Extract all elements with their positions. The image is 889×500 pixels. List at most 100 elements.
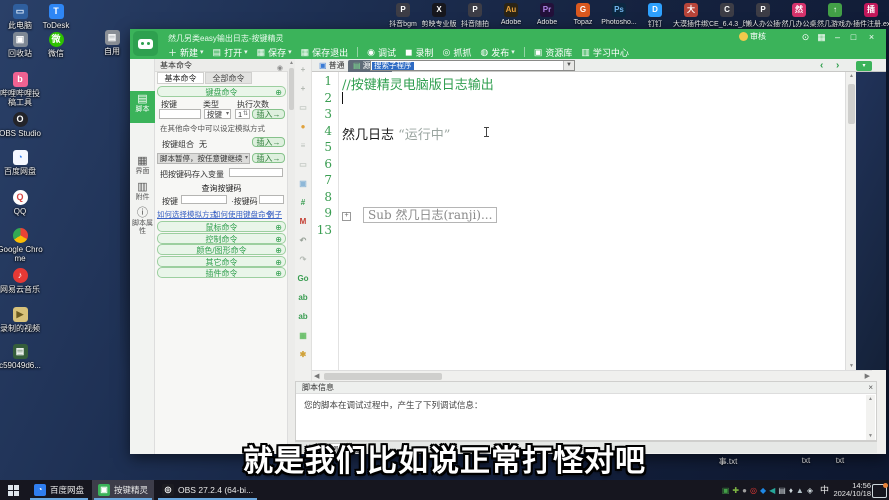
desktop-icon-微信[interactable]: 微微信: [33, 32, 79, 58]
editor-tool-icon[interactable]: ▦: [295, 331, 311, 340]
expand-icon[interactable]: ⊕: [275, 222, 282, 233]
editor-tool-icon[interactable]: +: [295, 84, 311, 93]
settings-icon[interactable]: ⊙: [799, 31, 812, 43]
editor-tool-icon[interactable]: M: [295, 217, 311, 226]
ime-indicator[interactable]: 中: [820, 480, 829, 500]
panel-scrollbar[interactable]: ▲ ▼: [288, 59, 295, 454]
help-link[interactable]: 如何选择模拟方式: [157, 209, 217, 220]
info-panel-header[interactable]: 脚本信息×: [296, 382, 876, 394]
nav-forward-icon[interactable]: ›: [836, 60, 839, 71]
tray-record-icon[interactable]: ●: [742, 486, 747, 495]
insert-button-1[interactable]: 插入→: [252, 109, 285, 119]
desktop-icon-抖音bgm[interactable]: P抖音bgm: [385, 3, 421, 29]
tab-normal[interactable]: ▣普通: [314, 60, 350, 72]
editor-vertical-scrollbar[interactable]: ▲ ▼: [845, 72, 856, 370]
taskbar-app-百度网盘[interactable]: ◔百度网盘: [28, 480, 90, 500]
desktop-icon-剪映专业版[interactable]: X剪映专业版: [421, 3, 457, 29]
desktop-file-事.txt[interactable]: 事.txt: [700, 456, 756, 467]
sidebar-tab-附件[interactable]: ▥附件: [130, 179, 155, 205]
close-button[interactable]: ×: [865, 31, 878, 43]
desktop-icon-然几办公桌[interactable]: 然然几办公桌: [781, 3, 817, 29]
view-options-icon[interactable]: ▾: [856, 61, 872, 71]
sidebar-tab-脚本[interactable]: ▤脚本: [130, 91, 155, 123]
help-link[interactable]: 例子: [267, 209, 282, 220]
scroll-right-icon[interactable]: ▶: [865, 372, 870, 380]
toolbar-抓抓[interactable]: ◎抓抓: [443, 46, 472, 59]
desktop-icon-Google Chrome[interactable]: Google Chrome: [0, 228, 43, 263]
toolbar-学习中心[interactable]: ▥学习中心: [581, 46, 629, 59]
editor-tool-icon[interactable]: ▭: [295, 103, 311, 112]
desktop-icon-Photosho...[interactable]: PsPhotosho...: [601, 3, 637, 29]
user-chip[interactable]: 审核: [739, 31, 766, 43]
scroll-left-icon[interactable]: ◀: [314, 372, 319, 380]
nav-back-icon[interactable]: ‹: [820, 60, 823, 71]
editor-tool-icon[interactable]: ↶: [295, 236, 311, 245]
store-input[interactable]: [229, 168, 283, 177]
tray-green-icon[interactable]: ✚: [732, 486, 739, 495]
info-scrollbar[interactable]: ▲ ▼: [866, 395, 875, 440]
combo-value[interactable]: 无: [199, 139, 207, 150]
code-editor[interactable]: 1//按键精灵电脑版日志输出234然几日志 “运行中”56789+Sub 然几日…: [312, 72, 845, 370]
desktop-icon-百度网盘[interactable]: ◔百度网盘: [0, 150, 43, 176]
key-input[interactable]: [159, 109, 201, 119]
pin-icon[interactable]: ◉: [277, 62, 283, 75]
tray-mic-icon[interactable]: ♦: [789, 486, 793, 495]
toolbar-发布[interactable]: ◍发布▾: [480, 46, 514, 59]
expand-icon[interactable]: ⊕: [275, 87, 282, 98]
editor-tool-icon[interactable]: ✱: [295, 350, 311, 359]
toolbar-保存[interactable]: ▦保存▾: [257, 46, 292, 59]
desktop-file-txt[interactable]: txt: [812, 456, 868, 465]
desktop-icon-Topaz[interactable]: GTopaz: [565, 3, 601, 29]
query-key-input[interactable]: [181, 195, 227, 204]
tray-volume-icon[interactable]: ◈: [807, 486, 813, 495]
notification-center-icon[interactable]: [872, 484, 887, 498]
tray-arrow-icon[interactable]: ◀: [769, 486, 775, 495]
pause-select[interactable]: 脚本暂停，按任意键继续▾: [157, 153, 250, 164]
toolbar-调试[interactable]: ◉调试: [367, 46, 396, 59]
section-其它命令[interactable]: 其它命令⊕: [157, 256, 286, 267]
desktop-icon-然几游戏办公[interactable]: ↑然几游戏办公: [817, 3, 853, 29]
stepper-arrows-icon[interactable]: ⇅: [243, 110, 248, 119]
layout-icon[interactable]: ▦: [815, 31, 828, 43]
window-titlebar[interactable]: 然几另类easy输出日志-按键精灵 审核 ⊙ ▦ – □ ×: [130, 29, 886, 45]
editor-tool-icon[interactable]: Go: [295, 274, 311, 283]
toolbar-打开[interactable]: ▤打开▾: [213, 46, 248, 59]
desktop-icon-c59049d6...[interactable]: ▤c59049d6...: [0, 344, 43, 370]
fold-expand-icon[interactable]: +: [342, 212, 351, 221]
editor-tool-icon[interactable]: ●: [295, 122, 311, 131]
scroll-up-icon[interactable]: ▲: [866, 396, 875, 402]
desktop-icon-ToDesk[interactable]: TToDesk: [33, 4, 79, 30]
tray-flag-icon[interactable]: ◆: [760, 486, 766, 495]
desktop-icon-录制的视频[interactable]: ▶录制的视频: [0, 307, 43, 333]
desktop-icon-插件注册.exe[interactable]: 插插件注册.exe: [853, 3, 889, 29]
close-icon[interactable]: ×: [868, 382, 873, 394]
expand-icon[interactable]: ⊕: [275, 268, 282, 279]
editor-tool-icon[interactable]: ≡: [295, 141, 311, 150]
desktop-icon-CE_6.4.3_风[interactable]: CCE_6.4.3_风: [709, 3, 745, 29]
editor-tool-icon[interactable]: ▭: [295, 160, 311, 169]
toolbar-保存退出[interactable]: ▦保存退出: [301, 46, 349, 59]
editor-tool-icon[interactable]: ↷: [295, 255, 311, 264]
section-插件命令[interactable]: 插件命令⊕: [157, 267, 286, 278]
expand-icon[interactable]: ⊕: [275, 234, 282, 245]
editor-tool-icon[interactable]: #: [295, 198, 311, 207]
desktop-icon-钉钉[interactable]: D钉钉: [637, 3, 673, 29]
scroll-up-icon[interactable]: ▲: [288, 60, 295, 66]
maximize-button[interactable]: □: [847, 31, 860, 43]
desktop-icon-懒人办公插件[interactable]: P懒人办公插件: [745, 3, 781, 29]
expand-icon[interactable]: ⊕: [275, 245, 282, 256]
panel-tab-基本命令[interactable]: 基本命令: [157, 72, 204, 84]
toolbar-资源库[interactable]: ▣资源库: [534, 46, 573, 59]
tray-plugin-icon[interactable]: ▣: [722, 486, 730, 495]
section-鼠标命令[interactable]: 鼠标命令⊕: [157, 221, 286, 232]
query-code-input[interactable]: [259, 195, 284, 204]
scroll-down-icon[interactable]: ▼: [866, 433, 875, 439]
editor-tool-icon[interactable]: +: [295, 65, 311, 74]
desktop-icon-自用[interactable]: ▤自用: [89, 30, 135, 56]
taskbar-app-OBS 27.2.4 (64-bi...[interactable]: ◎OBS 27.2.4 (64-bi...: [156, 480, 259, 500]
insert-button-2[interactable]: 插入→: [252, 137, 285, 147]
sidebar-tab-界面[interactable]: ▦界面: [130, 153, 155, 179]
count-stepper[interactable]: 1⇅: [235, 109, 250, 119]
expand-icon[interactable]: ⊕: [275, 257, 282, 268]
taskbar-app-按键精灵[interactable]: ▣按键精灵: [92, 480, 154, 500]
